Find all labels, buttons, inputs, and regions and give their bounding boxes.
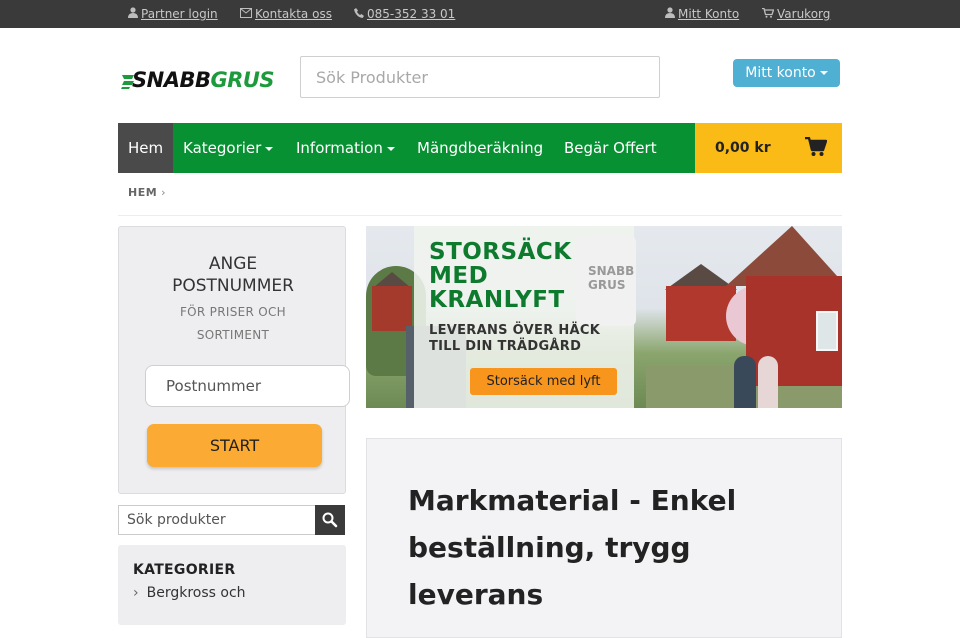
envelope-icon — [240, 0, 252, 28]
my-account-link[interactable]: Mitt Konto — [665, 0, 739, 28]
banner-cta-button[interactable]: Storsäck med lyft — [470, 368, 617, 395]
phone-link[interactable]: 085-352 33 01 — [354, 0, 455, 28]
sidebar-search-button[interactable] — [315, 505, 345, 535]
nav-request-quote-label: Begär Offert — [564, 139, 657, 157]
cart-link[interactable]: Varukorg — [762, 0, 830, 28]
nav-categories[interactable]: Kategorier — [183, 123, 274, 173]
top-bar: Partner login Kontakta oss 085-352 33 01… — [0, 0, 960, 28]
nav-quantity-calc-label: Mängdberäkning — [417, 139, 544, 157]
user-icon — [665, 0, 675, 28]
intro-title: Markmaterial - Enkel beställning, trygg … — [408, 484, 737, 611]
nav-home-label: Hem — [128, 139, 164, 157]
banner-bag-text: SNABB GRUS — [588, 264, 635, 292]
logo[interactable]: SNABBGRUS — [120, 66, 282, 96]
user-icon — [128, 0, 138, 28]
postcode-subtitle: FÖR PRISER OCH SORTIMENT — [179, 305, 286, 342]
caret-down-icon — [265, 146, 274, 151]
product-search-input[interactable] — [300, 56, 660, 98]
partner-login-link[interactable]: Partner login — [128, 0, 218, 28]
banner-headline: STORSÄCK MED KRANLYFT — [429, 239, 572, 313]
caret-down-icon — [386, 146, 395, 151]
nav-categories-label: Kategorier — [183, 139, 262, 157]
divider — [118, 215, 842, 216]
postcode-input[interactable] — [145, 365, 350, 407]
cart-amount: 0,00 kr — [715, 140, 771, 156]
nav-quantity-calc[interactable]: Mängdberäkning — [417, 123, 543, 173]
caret-down-icon — [819, 71, 828, 75]
main-nav: Hem Kategorier Information Mängdberäknin… — [118, 123, 695, 173]
postcode-box: ANGE POSTNUMMER FÖR PRISER OCH SORTIMENT… — [118, 226, 350, 494]
breadcrumb-home[interactable]: HEM — [128, 186, 157, 199]
chevron-right-icon: › — [133, 585, 139, 601]
categories-title: KATEGORIER — [133, 562, 236, 578]
nav-home[interactable]: Hem — [118, 123, 174, 173]
cart-icon — [762, 0, 775, 28]
logo-text: SNABBGRUS — [132, 68, 275, 92]
my-account-label: Mitt Konto — [678, 7, 740, 21]
promo-banner[interactable]: SNABB GRUS STORSÄCK MED KRANLYFT LEVERAN… — [366, 226, 842, 408]
account-button-label: Mitt konto — [745, 65, 816, 81]
contact-link[interactable]: Kontakta oss — [240, 0, 332, 28]
category-label: Bergkross och — [146, 585, 246, 601]
nav-information[interactable]: Information — [296, 123, 395, 173]
nav-request-quote[interactable]: Begär Offert — [564, 123, 657, 173]
cart-button[interactable]: 0,00 kr — [695, 123, 842, 173]
banner-person — [758, 356, 778, 408]
postcode-title: ANGE POSTNUMMER — [172, 254, 294, 296]
contact-label: Kontakta oss — [255, 7, 332, 21]
phone-label: 085-352 33 01 — [367, 7, 456, 21]
account-dropdown-button[interactable]: Mitt konto — [733, 59, 840, 87]
nav-information-label: Information — [296, 139, 383, 157]
categories-box: KATEGORIER › Bergkross och — [118, 545, 346, 625]
partner-login-label: Partner login — [141, 7, 218, 21]
breadcrumb-separator: › — [161, 186, 167, 199]
intro-section: Markmaterial - Enkel beställning, trygg … — [366, 438, 842, 638]
banner-person — [734, 356, 756, 408]
category-item[interactable]: › Bergkross och — [133, 585, 246, 601]
sidebar-search-input[interactable] — [118, 505, 315, 535]
banner-house — [372, 286, 412, 331]
banner-window — [816, 311, 838, 351]
cart-label: Varukorg — [777, 7, 831, 21]
logo-text-accent: GRUS — [210, 68, 275, 92]
banner-subline: LEVERANS ÖVER HÄCK TILL DIN TRÄDGÅRD — [429, 323, 601, 354]
cart-icon — [805, 137, 827, 156]
breadcrumb: HEM › — [128, 186, 166, 199]
phone-icon — [354, 0, 364, 28]
search-icon — [322, 512, 338, 528]
start-button[interactable]: START — [147, 424, 322, 467]
